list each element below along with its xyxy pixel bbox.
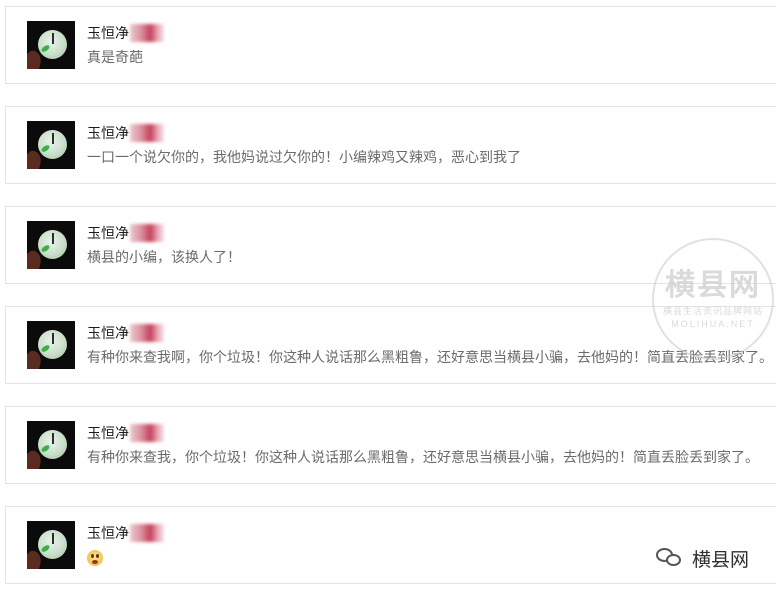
comment-text <box>87 547 103 567</box>
comment-text: 有种你来查我，你个垃圾！你这种人说话那么黑粗鲁，还好意思当横县小骗，去他妈的！简… <box>87 449 759 465</box>
comment-card: 玉恒净 横县的小编，该换人了！ <box>5 206 776 284</box>
comment-author: 玉恒净 <box>87 423 164 443</box>
avatar[interactable] <box>27 221 75 269</box>
avatar[interactable] <box>27 21 75 69</box>
name-redaction-blur <box>130 324 164 342</box>
name-redaction-blur <box>130 524 164 542</box>
comment-author: 玉恒净 <box>87 523 164 543</box>
username[interactable]: 玉恒净 <box>87 423 129 443</box>
comment-card: 玉恒净 有种你来查我，你个垃圾！你这种人说话那么黑粗鲁，还好意思当横县小骗，去他… <box>5 406 776 484</box>
comment-card: 玉恒净 真是奇葩 <box>5 6 776 84</box>
comment-author: 玉恒净 <box>87 23 164 43</box>
comment-author: 玉恒净 <box>87 323 164 343</box>
comment-author: 玉恒净 <box>87 123 164 143</box>
wechat-account-badge: 横县网 <box>656 546 750 571</box>
avatar[interactable] <box>27 321 75 369</box>
wechat-icon <box>656 547 684 569</box>
avatar[interactable] <box>27 421 75 469</box>
username[interactable]: 玉恒净 <box>87 323 129 343</box>
username[interactable]: 玉恒净 <box>87 23 129 43</box>
comment-text: 横县的小编，该换人了！ <box>87 249 241 265</box>
wechat-account-name: 横县网 <box>692 549 750 571</box>
comment-card: 玉恒净 有种你来查我啊，你个垃圾！你这种人说话那么黑粗鲁，还好意思当横县小骗，去… <box>5 306 776 384</box>
comment-text: 真是奇葩 <box>87 49 143 65</box>
avatar[interactable] <box>27 121 75 169</box>
username[interactable]: 玉恒净 <box>87 523 129 543</box>
comment-text: 有种你来查我啊，你个垃圾！你这种人说话那么黑粗鲁，还好意思当横县小骗，去他妈的！… <box>87 349 773 365</box>
comment-text: 一口一个说欠你的，我他妈说过欠你的！小编辣鸡又辣鸡，恶心到我了 <box>87 149 521 165</box>
comment-author: 玉恒净 <box>87 223 164 243</box>
comment-card: 玉恒净 <box>5 506 776 584</box>
name-redaction-blur <box>130 124 164 142</box>
name-redaction-blur <box>130 24 164 42</box>
shocked-face-emoji-icon <box>87 550 103 567</box>
avatar[interactable] <box>27 521 75 569</box>
username[interactable]: 玉恒净 <box>87 223 129 243</box>
username[interactable]: 玉恒净 <box>87 123 129 143</box>
name-redaction-blur <box>130 424 164 442</box>
comment-card: 玉恒净 一口一个说欠你的，我他妈说过欠你的！小编辣鸡又辣鸡，恶心到我了 <box>5 106 776 184</box>
name-redaction-blur <box>130 224 164 242</box>
